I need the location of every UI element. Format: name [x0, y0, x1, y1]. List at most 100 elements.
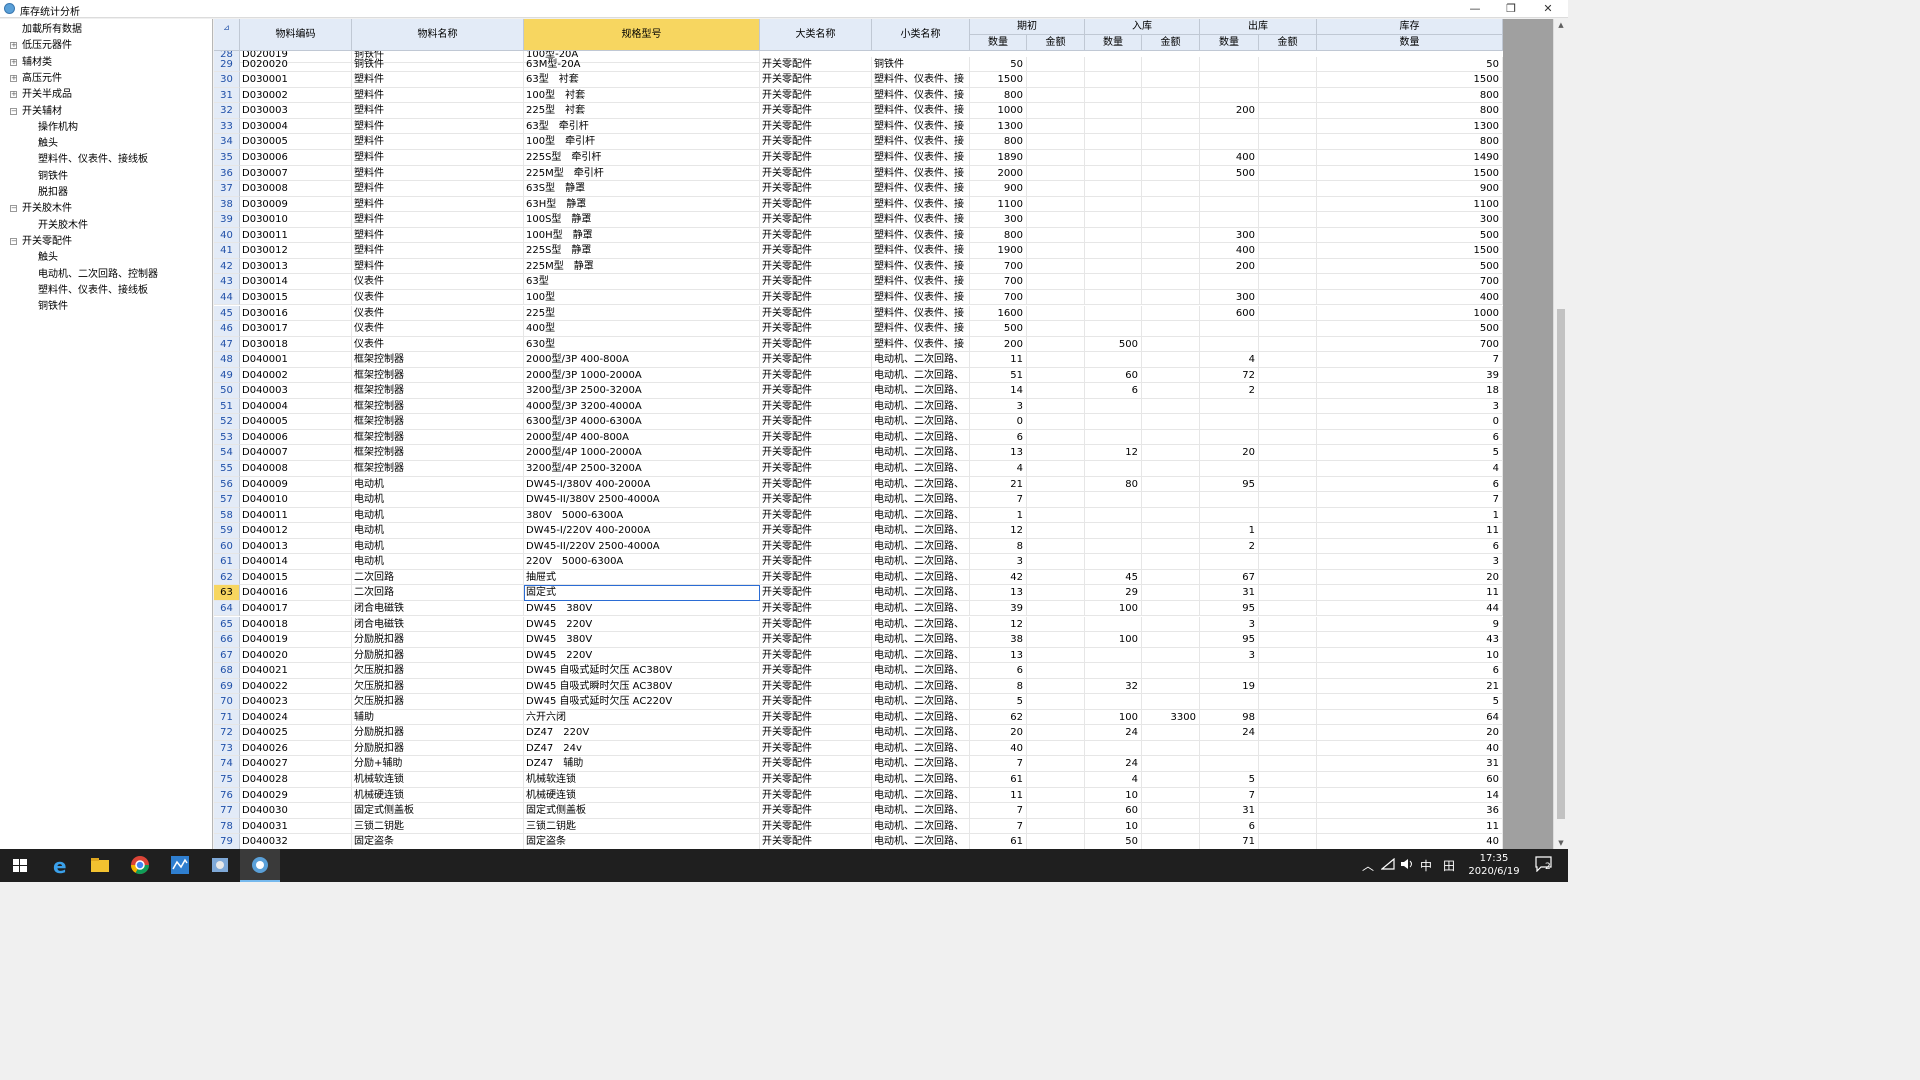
cell-q[interactable]: 24	[1085, 756, 1142, 772]
cell-q[interactable]: 11	[1317, 523, 1503, 539]
cell-a[interactable]	[1142, 165, 1200, 182]
cell-a[interactable]	[1027, 352, 1085, 368]
cell-minor[interactable]: 电动机、二次回路、	[872, 818, 970, 835]
cell-name[interactable]: 欠压脱扣器	[352, 694, 524, 710]
cell-a[interactable]	[1142, 258, 1200, 275]
cell-a[interactable]	[1142, 56, 1200, 73]
cell-spec[interactable]: 3200型/3P 2500-3200A	[524, 383, 760, 399]
cell-spec[interactable]: 三锁二钥匙	[524, 818, 760, 835]
cell-q[interactable]: 8	[970, 678, 1027, 695]
cell-name[interactable]: 分励脱扣器	[352, 740, 524, 757]
row-number[interactable]: 68	[214, 663, 240, 679]
cell-q[interactable]: 43	[1317, 632, 1503, 648]
cell-spec[interactable]: 固定盗条	[524, 834, 760, 849]
sort-corner-icon[interactable]: ⊿	[214, 19, 240, 51]
cell-major[interactable]: 开关零配件	[760, 56, 872, 73]
cell-q[interactable]: 64	[1317, 709, 1503, 726]
cell-major[interactable]: 开关零配件	[760, 289, 872, 306]
cell-spec[interactable]: 2000型/4P 400-800A	[524, 429, 760, 446]
cell-minor[interactable]: 塑料件、仪表件、接	[872, 243, 970, 259]
cell-a[interactable]	[1259, 383, 1317, 399]
cell-q[interactable]: 4	[1200, 352, 1259, 368]
cell-major[interactable]: 开关零配件	[760, 383, 872, 399]
cell-major[interactable]: 开关零配件	[760, 663, 872, 679]
column-header-minor[interactable]: 小类名称	[872, 19, 970, 51]
cell-code[interactable]: D040028	[240, 772, 352, 788]
cell-a[interactable]	[1142, 321, 1200, 337]
cell-q[interactable]: 12	[1085, 445, 1142, 461]
row-number[interactable]: 72	[214, 725, 240, 741]
cell-q[interactable]	[1085, 134, 1142, 150]
cell-q[interactable]: 19	[1200, 678, 1259, 695]
row-number[interactable]: 44	[214, 289, 240, 306]
table-row[interactable]: 75D040028机械软连锁机械软连锁开关零配件电动机、二次回路、6145600	[214, 772, 1503, 788]
cell-minor[interactable]: 电动机、二次回路、	[872, 461, 970, 477]
cell-major[interactable]: 开关零配件	[760, 632, 872, 648]
cell-a[interactable]	[1259, 103, 1317, 119]
cell-major[interactable]: 开关零配件	[760, 461, 872, 477]
cell-a[interactable]	[1027, 336, 1085, 353]
cell-q[interactable]	[1200, 507, 1259, 524]
cell-minor[interactable]: 电动机、二次回路、	[872, 616, 970, 633]
cell-major[interactable]: 开关零配件	[760, 165, 872, 182]
cell-a[interactable]	[1259, 321, 1317, 337]
cell-spec[interactable]: 63型 牵引杆	[524, 118, 760, 135]
table-row[interactable]: 76 D040029 机械硬连锁 机械硬连锁 开关零配件 电动机、二次回路、 11 10 7 14…	[214, 787, 1503, 804]
cell-spec[interactable]: 100型	[524, 289, 760, 306]
table-row[interactable]: 47D030018仪表件630型开关零配件塑料件、仪表件、接2005007000	[214, 336, 1503, 353]
cell-q[interactable]: 5	[1317, 445, 1503, 461]
cell-spec[interactable]: 220V 5000-6300A	[524, 554, 760, 570]
table-row[interactable]: 36 D030007 塑料件 225M型 牵引杆 开关零配件 塑料件、仪表件、接 2000 5…	[214, 165, 1503, 182]
cell-q[interactable]: 1000	[970, 103, 1027, 119]
table-row[interactable]: 31D030002塑料件100型 衬套开关零配件塑料件、仪表件、接8008000	[214, 87, 1503, 104]
cell-q[interactable]: 80	[1085, 476, 1142, 493]
column-group-outbound[interactable]: 出库	[1200, 19, 1317, 35]
cell-a[interactable]	[1259, 663, 1317, 679]
cell-q[interactable]: 800	[1317, 103, 1503, 119]
cell-q[interactable]: 300	[1317, 212, 1503, 228]
table-row[interactable]: 71 D040024 辅助 六开六闭 开关零配件 电动机、二次回路、 62 100 3300 98…	[214, 709, 1503, 726]
cell-code[interactable]: D030009	[240, 196, 352, 213]
cell-q[interactable]: 1300	[1317, 118, 1503, 135]
cell-code[interactable]: D040013	[240, 538, 352, 555]
table-row[interactable]: 38 D030009 塑料件 63H型 静罩 开关零配件 塑料件、仪表件、接 1100 110…	[214, 196, 1503, 213]
cell-q[interactable]: 20	[1317, 725, 1503, 741]
cell-q[interactable]: 700	[1317, 274, 1503, 290]
column-group-opening[interactable]: 期初	[970, 19, 1085, 35]
tree-item[interactable]: 加載所有数据	[22, 22, 82, 38]
cell-code[interactable]: D030003	[240, 103, 352, 119]
notification-center-icon[interactable]: 2	[1535, 856, 1557, 875]
cell-q[interactable]	[1085, 538, 1142, 555]
cell-q[interactable]: 4	[1085, 772, 1142, 788]
row-number[interactable]: 62	[214, 569, 240, 586]
cell-q[interactable]	[1085, 554, 1142, 570]
tree-item[interactable]: 开关半成品	[22, 87, 72, 103]
cell-minor[interactable]: 电动机、二次回路、	[872, 492, 970, 508]
cell-name[interactable]: 塑料件	[352, 258, 524, 275]
cell-major[interactable]: 开关零配件	[760, 445, 872, 461]
cell-q[interactable]	[1200, 740, 1259, 757]
cell-q[interactable]: 800	[970, 134, 1027, 150]
cell-q[interactable]: 1500	[970, 72, 1027, 88]
cell-minor[interactable]: 电动机、二次回路、	[872, 414, 970, 430]
cell-spec[interactable]: 固定式	[524, 585, 760, 601]
cell-name[interactable]: 欠压脱扣器	[352, 678, 524, 695]
cell-a[interactable]	[1259, 305, 1317, 322]
row-number[interactable]: 47	[214, 336, 240, 353]
cell-a[interactable]	[1142, 492, 1200, 508]
cell-minor[interactable]: 电动机、二次回路、	[872, 585, 970, 601]
cell-a[interactable]	[1027, 305, 1085, 322]
cell-q[interactable]: 6	[1317, 476, 1503, 493]
cell-q[interactable]: 100	[1085, 709, 1142, 726]
cell-q[interactable]	[1200, 554, 1259, 570]
row-number[interactable]: 51	[214, 398, 240, 415]
cell-minor[interactable]: 电动机、二次回路、	[872, 787, 970, 804]
cell-a[interactable]	[1259, 756, 1317, 772]
cell-a[interactable]	[1027, 227, 1085, 244]
cell-a[interactable]	[1259, 165, 1317, 182]
cell-q[interactable]: 6	[1317, 538, 1503, 555]
cell-major[interactable]: 开关零配件	[760, 772, 872, 788]
row-number[interactable]: 43	[214, 274, 240, 290]
cell-a[interactable]	[1142, 772, 1200, 788]
column-group-inbound[interactable]: 入库	[1085, 19, 1200, 35]
